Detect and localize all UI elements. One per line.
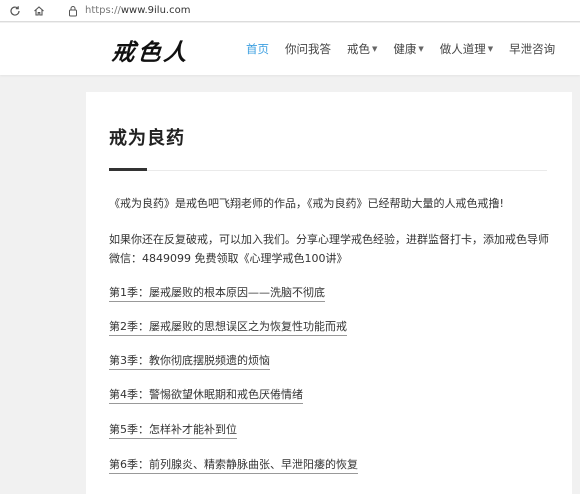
season-link-1[interactable]: 第1季：屡戒屡败的根本原因——洗脑不彻底 xyxy=(109,284,325,302)
season-link-2[interactable]: 第2季：屡戒屡败的思想误区之为恢复性功能而戒 xyxy=(109,318,347,336)
season-link-6[interactable]: 第6季：前列腺炎、精索静脉曲张、早泄阳痿的恢复 xyxy=(109,456,358,474)
refresh-icon[interactable] xyxy=(6,2,24,20)
menu-item-life-lessons[interactable]: 做人道理 ▼ xyxy=(440,41,493,57)
menu-item-label: 做人道理 xyxy=(439,42,486,56)
title-divider xyxy=(109,170,547,171)
menu-item-home[interactable]: 首页 xyxy=(246,41,269,57)
article-card: 戒为良药 《戒为良药》是戒色吧飞翔老师的作品，《戒为良药》已经帮助大量的人戒色戒… xyxy=(86,92,572,494)
lock-icon xyxy=(69,5,77,16)
menu-item-label: 首页 xyxy=(246,42,269,56)
url-scheme: https:// xyxy=(85,5,121,16)
title-accent-bar xyxy=(109,168,147,171)
menu-item-label: 早泄咨询 xyxy=(509,42,556,56)
intro-paragraph: 《戒为良药》是戒色吧飞翔老师的作品，《戒为良药》已经帮助大量的人戒色戒撸! xyxy=(109,197,504,210)
address-bar[interactable]: https://www.9ilu.com xyxy=(68,2,190,20)
site-header: 戒色人 首页 你问我答 戒色 ▼ 健康 ▼ 做人道理 ▼ 早泄咨询 xyxy=(0,23,580,75)
menu-item-consult[interactable]: 早泄咨询 xyxy=(509,41,555,57)
menu-item-label: 健康 xyxy=(393,42,417,56)
menu-item-health[interactable]: 健康 ▼ xyxy=(393,41,423,57)
season-link-5[interactable]: 第5季：怎样补才能补到位 xyxy=(109,421,237,439)
chevron-down-icon: ▼ xyxy=(372,45,378,53)
menu-item-label: 戒色 xyxy=(347,42,370,56)
contact-paragraph: 如果你还在反复破戒，可以加入我们。分享心理学戒色经验，进群监督打卡，添加戒色导师… xyxy=(109,233,549,265)
url-host: www.9ilu.com xyxy=(120,5,191,16)
menu-item-jiese[interactable]: 戒色 ▼ xyxy=(347,41,377,57)
menu-item-label: 你问我答 xyxy=(285,42,331,56)
site-logo[interactable]: 戒色人 xyxy=(110,33,192,67)
browser-toolbar: https://www.9ilu.com xyxy=(0,0,580,22)
season-link-3[interactable]: 第3季：教你彻底摆脱频遗的烦恼 xyxy=(109,352,270,370)
menu-item-qa[interactable]: 你问我答 xyxy=(285,41,331,57)
chevron-down-icon: ▼ xyxy=(418,45,424,53)
chevron-down-icon: ▼ xyxy=(487,45,494,53)
main-menu: 首页 你问我答 戒色 ▼ 健康 ▼ 做人道理 ▼ 早泄咨询 xyxy=(246,41,571,57)
url-text: https://www.9ilu.com xyxy=(85,5,190,16)
page-title: 戒为良药 xyxy=(109,128,185,149)
home-icon[interactable] xyxy=(30,2,48,20)
season-link-4[interactable]: 第4季：警惕欲望休眠期和戒色厌倦情绪 xyxy=(109,386,303,404)
